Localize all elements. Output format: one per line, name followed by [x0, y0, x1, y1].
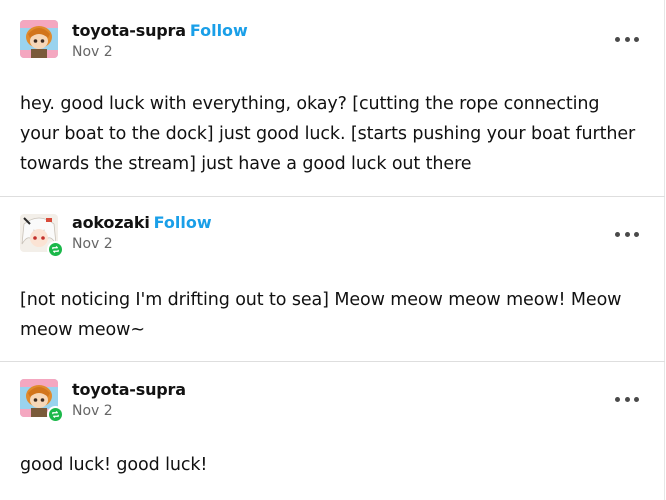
username[interactable]: toyota-supra: [72, 380, 186, 399]
follow-button[interactable]: Follow: [190, 21, 248, 40]
post-header: toyota-supra Follow Nov 2: [72, 21, 248, 61]
reblog-icon: [47, 406, 64, 423]
post-toyota-supra-original: toyota-supra Follow Nov 2 hey. good luck …: [0, 0, 665, 197]
post-header: toyota-supra Nov 2: [72, 380, 186, 420]
username[interactable]: toyota-supra: [72, 21, 186, 40]
reblog-thread: toyota-supra Follow Nov 2 hey. good luck …: [0, 0, 665, 500]
post-body: hey. good luck with everything, okay? [c…: [20, 94, 636, 174]
figure-avatar-icon: [20, 20, 58, 58]
more-options-icon[interactable]: [615, 224, 639, 244]
post-date[interactable]: Nov 2: [72, 402, 186, 420]
more-options-icon[interactable]: [615, 29, 639, 49]
avatar[interactable]: [20, 214, 64, 258]
follow-button[interactable]: Follow: [154, 213, 212, 232]
post-body: [not noticing I'm drifting out to sea] M…: [20, 290, 622, 340]
avatar[interactable]: [20, 379, 64, 423]
avatar[interactable]: [20, 20, 58, 58]
username[interactable]: aokozaki: [72, 213, 150, 232]
post-toyota-supra-reblog: toyota-supra Nov 2 good luck! good luck!: [0, 362, 665, 500]
post-body: good luck! good luck!: [20, 455, 208, 475]
post-date[interactable]: Nov 2: [72, 235, 212, 253]
more-options-icon[interactable]: [615, 389, 639, 409]
post-aokozaki-reblog: aokozaki Follow Nov 2 [not noticing I'm d…: [0, 197, 665, 362]
post-date[interactable]: Nov 2: [72, 43, 248, 61]
reblog-icon: [47, 241, 64, 258]
post-header: aokozaki Follow Nov 2: [72, 213, 212, 253]
